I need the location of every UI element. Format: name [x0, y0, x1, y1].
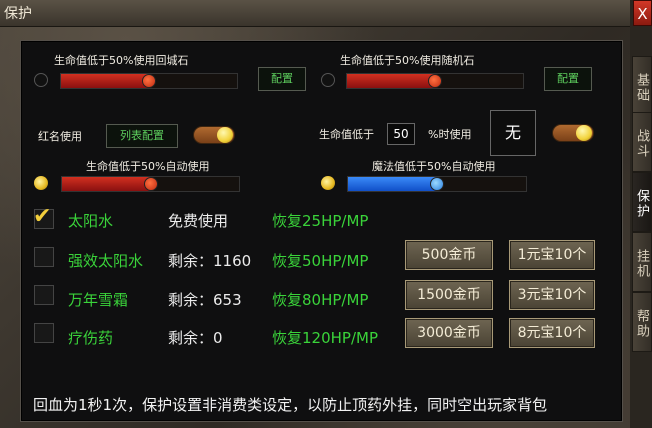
- random-stone-config-button[interactable]: 配置: [544, 67, 592, 91]
- mp-auto-slider[interactable]: [347, 176, 527, 192]
- redname-toggle[interactable]: [193, 126, 235, 144]
- hp-auto-radio[interactable]: [34, 176, 48, 190]
- buy-gold-button[interactable]: 1500金币: [405, 280, 493, 310]
- buy-yuanbao-button[interactable]: 3元宝10个: [509, 280, 595, 310]
- potion-checkbox[interactable]: [34, 285, 54, 305]
- random-stone-label: 生命值低于50%使用随机石: [340, 54, 475, 67]
- buy-yuanbao-button[interactable]: 8元宝10个: [509, 318, 595, 348]
- redname-label: 红名使用: [38, 130, 82, 143]
- random-stone-slider-knob[interactable]: [428, 74, 442, 88]
- potion-name: 疗伤药: [68, 329, 114, 347]
- item-toggle[interactable]: [552, 124, 594, 142]
- potion-effect: 恢复25HP/MP: [272, 212, 369, 230]
- hp-threshold-input[interactable]: 50: [387, 123, 415, 145]
- footer-note: 回血为1秒1次，保护设置非消费类设定，以防止顶药外挂，同时空出玩家背包: [33, 396, 548, 414]
- tab-autohunt[interactable]: 挂机: [632, 232, 652, 292]
- return-stone-config-button[interactable]: 配置: [258, 67, 306, 91]
- random-stone-radio[interactable]: [321, 73, 335, 87]
- potion-name: 太阳水: [68, 212, 114, 230]
- settings-panel: [20, 40, 623, 422]
- return-stone-radio[interactable]: [34, 73, 48, 87]
- hp-auto-slider-fill: [62, 177, 151, 191]
- potion-name: 强效太阳水: [68, 252, 144, 270]
- tab-protection[interactable]: 保护: [632, 172, 652, 232]
- potion-checkbox[interactable]: [34, 323, 54, 343]
- buy-gold-button[interactable]: 3000金币: [405, 318, 493, 348]
- random-stone-slider[interactable]: [346, 73, 524, 89]
- window-title: 保护: [4, 6, 32, 22]
- potion-effect: 恢复50HP/MP: [272, 252, 369, 270]
- return-stone-slider-fill: [61, 74, 149, 88]
- item-slot[interactable]: 无: [490, 110, 536, 156]
- potion-name: 万年雪霜: [68, 291, 129, 309]
- hp-auto-label: 生命值低于50%自动使用: [86, 160, 210, 173]
- hp-threshold-suffix: %时使用: [428, 128, 472, 141]
- buy-yuanbao-button[interactable]: 1元宝10个: [509, 240, 595, 270]
- potion-count: 剩余：653: [168, 291, 242, 309]
- tab-basic[interactable]: 基础: [632, 56, 652, 116]
- tab-combat[interactable]: 战斗: [632, 112, 652, 172]
- potion-checkbox[interactable]: [34, 247, 54, 267]
- potion-count: 剩余：1160: [168, 252, 252, 270]
- return-stone-slider[interactable]: [60, 73, 238, 89]
- hp-threshold-prefix: 生命值低于: [319, 128, 374, 141]
- tab-help[interactable]: 帮助: [632, 292, 652, 352]
- title-bar: 保护: [0, 0, 630, 27]
- return-stone-label: 生命值低于50%使用回城石: [54, 54, 189, 67]
- hp-auto-slider[interactable]: [61, 176, 240, 192]
- potion-effect: 恢复120HP/MP: [272, 329, 378, 347]
- list-config-button[interactable]: 列表配置: [106, 124, 178, 148]
- mp-auto-label: 魔法值低于50%自动使用: [372, 160, 496, 173]
- mp-auto-slider-fill: [348, 177, 437, 191]
- random-stone-slider-fill: [347, 74, 435, 88]
- protection-window: 保护 生命值低于50%使用回城石 配置 生命值低于50%使用随机石 配置 红名使…: [0, 0, 630, 428]
- potion-effect: 恢复80HP/MP: [272, 291, 369, 309]
- toggle-knob: [217, 127, 233, 143]
- hp-auto-slider-knob[interactable]: [143, 177, 158, 191]
- mp-auto-slider-knob[interactable]: [430, 177, 444, 191]
- potion-checkbox[interactable]: ✔: [33, 204, 54, 229]
- check-icon: ✔: [33, 204, 52, 229]
- mp-auto-radio[interactable]: [321, 176, 335, 190]
- potion-count: 剩余：0: [168, 329, 223, 347]
- return-stone-slider-knob[interactable]: [142, 74, 156, 88]
- toggle-knob: [576, 125, 592, 141]
- potion-count: 免费使用: [168, 212, 229, 230]
- close-button[interactable]: X: [633, 0, 652, 26]
- buy-gold-button[interactable]: 500金币: [405, 240, 493, 270]
